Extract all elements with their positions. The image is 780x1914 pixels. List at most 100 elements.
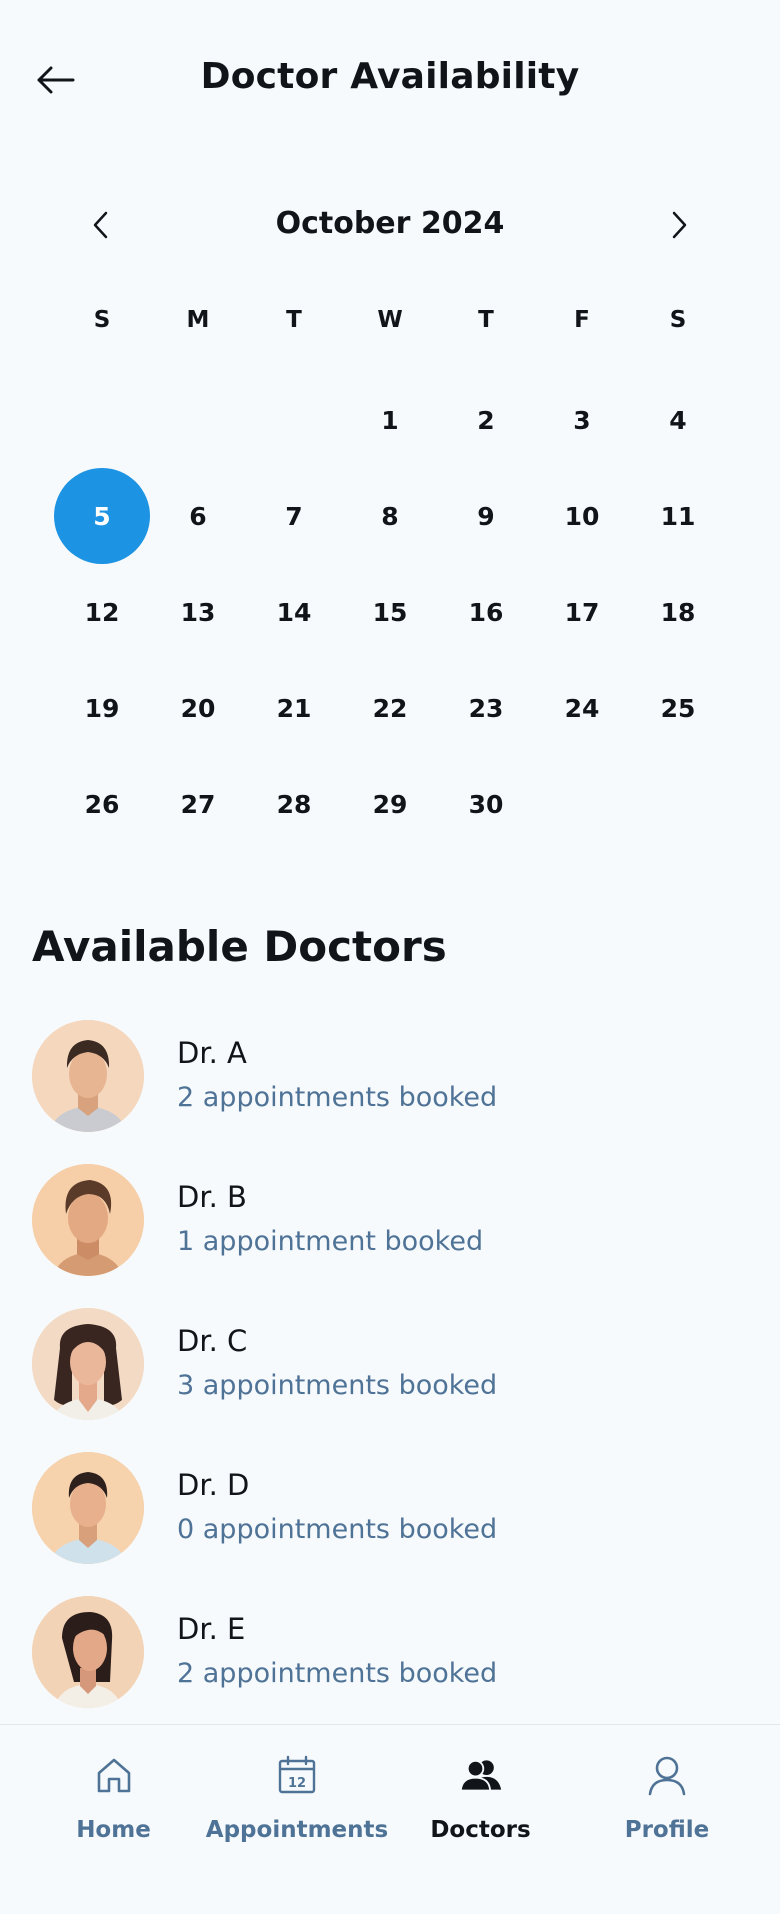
calendar-day-number: 15 (372, 597, 408, 627)
doctor-name: Dr. D (177, 1468, 250, 1502)
doctor-avatar (32, 1164, 144, 1276)
female-doctor-avatar-icon (32, 1596, 144, 1708)
calendar-day-number: 28 (276, 789, 312, 819)
male-doctor-avatar-icon (32, 1164, 144, 1276)
calendar-day-number: 3 (573, 405, 591, 435)
doctor-name: Dr. E (177, 1612, 246, 1646)
calendar-day[interactable]: 16 (438, 564, 534, 660)
calendar-day-number: 24 (564, 693, 600, 723)
calendar-day-number: 8 (381, 501, 399, 531)
calendar-day[interactable]: 11 (630, 468, 726, 564)
calendar-day-number: 18 (660, 597, 696, 627)
doctor-avatar (32, 1452, 144, 1564)
calendar-day-number: 4 (669, 405, 687, 435)
doctor-list-item[interactable]: Dr. A 2 appointments booked (0, 1020, 780, 1164)
calendar-day[interactable]: 7 (246, 468, 342, 564)
calendar-day[interactable]: 3 (534, 372, 630, 468)
calendar-day[interactable]: 29 (342, 756, 438, 852)
doctor-list: Dr. A 2 appointments booked Dr. B 1 appo… (0, 1020, 780, 1740)
weekday-label: T (478, 307, 494, 333)
weekday-label: T (286, 307, 302, 333)
calendar-day[interactable]: 1 (342, 372, 438, 468)
doctor-booking-count: 0 appointments booked (177, 1514, 498, 1545)
calendar-day[interactable]: 28 (246, 756, 342, 852)
calendar-day[interactable]: 6 (150, 468, 246, 564)
calendar-day-number: 6 (189, 501, 207, 531)
weekday-label: S (93, 307, 111, 333)
doctor-name: Dr. A (177, 1036, 247, 1070)
users-icon (459, 1753, 503, 1797)
calendar-day-number: 17 (564, 597, 600, 627)
calendar-day-number: 26 (84, 789, 120, 819)
doctor-booking-count: 2 appointments booked (177, 1082, 498, 1113)
calendar-grid: 1 2 3 4 5 6 7 8 9 10 11 12 13 14 15 16 17 18 19 20 21 22 23 24 2… (54, 372, 726, 852)
doctor-booking-count: 2 appointments booked (177, 1658, 498, 1689)
section-title-available-doctors: Available Doctors (32, 922, 447, 971)
calendar-day[interactable]: 8 (342, 468, 438, 564)
calendar-day-number: 10 (564, 501, 600, 531)
calendar-day[interactable]: 19 (54, 660, 150, 756)
calendar-day[interactable]: 21 (246, 660, 342, 756)
calendar-day[interactable]: 2 (438, 372, 534, 468)
weekday-label: F (574, 307, 590, 333)
nav-item-profile[interactable]: Profile (574, 1725, 760, 1914)
calendar-day-number: 13 (180, 597, 216, 627)
calendar-day-selected[interactable]: 5 (54, 468, 150, 564)
calendar-day[interactable]: 13 (150, 564, 246, 660)
calendar-day[interactable]: 25 (630, 660, 726, 756)
weekday-header: SMTWTFS (54, 300, 726, 340)
calendar-day-number: 14 (276, 597, 312, 627)
calendar-day[interactable]: 15 (342, 564, 438, 660)
doctor-list-item[interactable]: Dr. C 3 appointments booked (0, 1308, 780, 1452)
calendar-day-number: 30 (468, 789, 504, 819)
calendar-day[interactable]: 18 (630, 564, 726, 660)
calendar-day[interactable]: 26 (54, 756, 150, 852)
calendar-icon: 12 (275, 1753, 319, 1797)
page-title: Doctor Availability (200, 56, 580, 97)
doctor-availability-screen: Doctor Availability October 2024 S M T W T F S… (0, 0, 780, 1914)
doctor-list-item[interactable]: Dr. B 1 appointment booked (0, 1164, 780, 1308)
calendar-navigation: October 2024 (0, 200, 780, 250)
header: Doctor Availability (0, 0, 780, 160)
doctor-avatar (32, 1308, 144, 1420)
nav-item-appointments[interactable]: 12 Appointments (206, 1725, 388, 1914)
doctor-name: Dr. B (177, 1180, 247, 1214)
home-icon (92, 1753, 136, 1797)
doctor-list-item[interactable]: Dr. E 2 appointments booked (0, 1596, 780, 1740)
nav-label: Doctors (430, 1817, 531, 1843)
calendar-day[interactable]: 22 (342, 660, 438, 756)
calendar-day[interactable]: 20 (150, 660, 246, 756)
calendar-day-number: 1 (381, 405, 399, 435)
calendar-empty-cell (54, 372, 150, 468)
calendar-day[interactable]: 23 (438, 660, 534, 756)
calendar-empty-cell (246, 372, 342, 468)
weekday-label: M (186, 307, 210, 333)
nav-item-doctors[interactable]: Doctors (387, 1725, 574, 1914)
calendar-day-number: 20 (180, 693, 216, 723)
calendar-day[interactable]: 24 (534, 660, 630, 756)
calendar-day-number: 22 (372, 693, 408, 723)
calendar-empty-cell (150, 372, 246, 468)
nav-label: Profile (624, 1817, 710, 1843)
calendar-day[interactable]: 9 (438, 468, 534, 564)
doctor-list-item[interactable]: Dr. D 0 appointments booked (0, 1452, 780, 1596)
calendar-day-number: 7 (285, 501, 303, 531)
calendar-day[interactable]: 10 (534, 468, 630, 564)
calendar-day-number: 2 (477, 405, 495, 435)
nav-item-home[interactable]: Home (20, 1725, 207, 1914)
calendar-day[interactable]: 12 (54, 564, 150, 660)
next-month-button[interactable] (654, 200, 704, 250)
calendar-icon-date: 12 (288, 1776, 306, 1791)
doctor-name: Dr. C (177, 1324, 248, 1358)
calendar-day[interactable]: 14 (246, 564, 342, 660)
weekday-label: S (669, 307, 687, 333)
calendar-day[interactable]: 30 (438, 756, 534, 852)
weekday-label: W (377, 307, 403, 333)
calendar-day[interactable]: 27 (150, 756, 246, 852)
calendar-day-number: 16 (468, 597, 504, 627)
calendar-day[interactable]: 17 (534, 564, 630, 660)
calendar-day-number: 11 (660, 501, 696, 531)
calendar-day[interactable]: 4 (630, 372, 726, 468)
doctor-avatar (32, 1020, 144, 1132)
nav-label: Home (76, 1817, 151, 1843)
